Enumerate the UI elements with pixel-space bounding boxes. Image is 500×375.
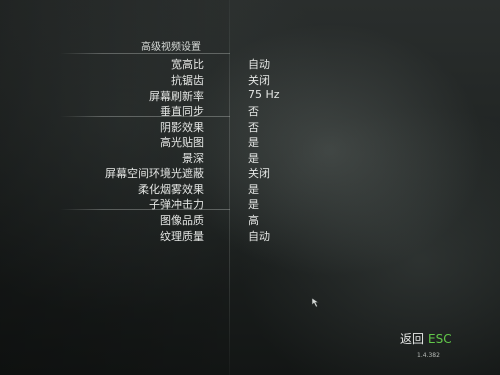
setting-value-refresh-rate[interactable]: 75 Hz (248, 88, 280, 101)
setting-label-refresh-rate[interactable]: 屏幕刷新率 (24, 88, 204, 104)
setting-value-specular-maps[interactable]: 是 (248, 134, 259, 150)
setting-label-image-quality[interactable]: 图像品质 (24, 212, 204, 228)
back-label: 返回 (400, 332, 425, 346)
back-button[interactable]: 返回 ESC (400, 330, 452, 347)
group-separator (60, 209, 230, 210)
setting-value-aspect-ratio[interactable]: 自动 (248, 56, 270, 72)
setting-value-ssao[interactable]: 关闭 (248, 165, 270, 181)
group-separator (60, 116, 230, 117)
panel-divider (229, 0, 230, 375)
setting-value-vsync[interactable]: 否 (248, 103, 259, 119)
setting-value-shadows[interactable]: 否 (248, 119, 259, 135)
setting-label-texture-quality[interactable]: 纹理质量 (24, 228, 204, 244)
setting-value-depth-of-field[interactable]: 是 (248, 150, 259, 166)
mouse-pointer-icon (311, 297, 320, 308)
setting-value-image-quality[interactable]: 高 (248, 212, 259, 228)
setting-value-anti-aliasing[interactable]: 关闭 (248, 72, 270, 88)
version-text: 1.4.382 (417, 352, 440, 359)
setting-value-bullet-impacts[interactable]: 是 (248, 196, 259, 212)
page-title: 高级视频设置 (141, 42, 201, 53)
back-key-hint: ESC (428, 332, 452, 346)
setting-label-anti-aliasing[interactable]: 抗锯齿 (24, 72, 204, 88)
setting-label-ssao[interactable]: 屏幕空间环境光遮蔽 (24, 165, 204, 181)
setting-label-soft-smoke[interactable]: 柔化烟雾效果 (24, 181, 204, 197)
title-separator (60, 53, 230, 54)
setting-label-depth-of-field[interactable]: 景深 (24, 150, 204, 166)
setting-value-soft-smoke[interactable]: 是 (248, 181, 259, 197)
setting-value-texture-quality[interactable]: 自动 (248, 228, 270, 244)
setting-label-shadows[interactable]: 阴影效果 (24, 119, 204, 135)
setting-label-aspect-ratio[interactable]: 宽高比 (24, 56, 204, 72)
setting-label-specular-maps[interactable]: 高光贴图 (24, 134, 204, 150)
